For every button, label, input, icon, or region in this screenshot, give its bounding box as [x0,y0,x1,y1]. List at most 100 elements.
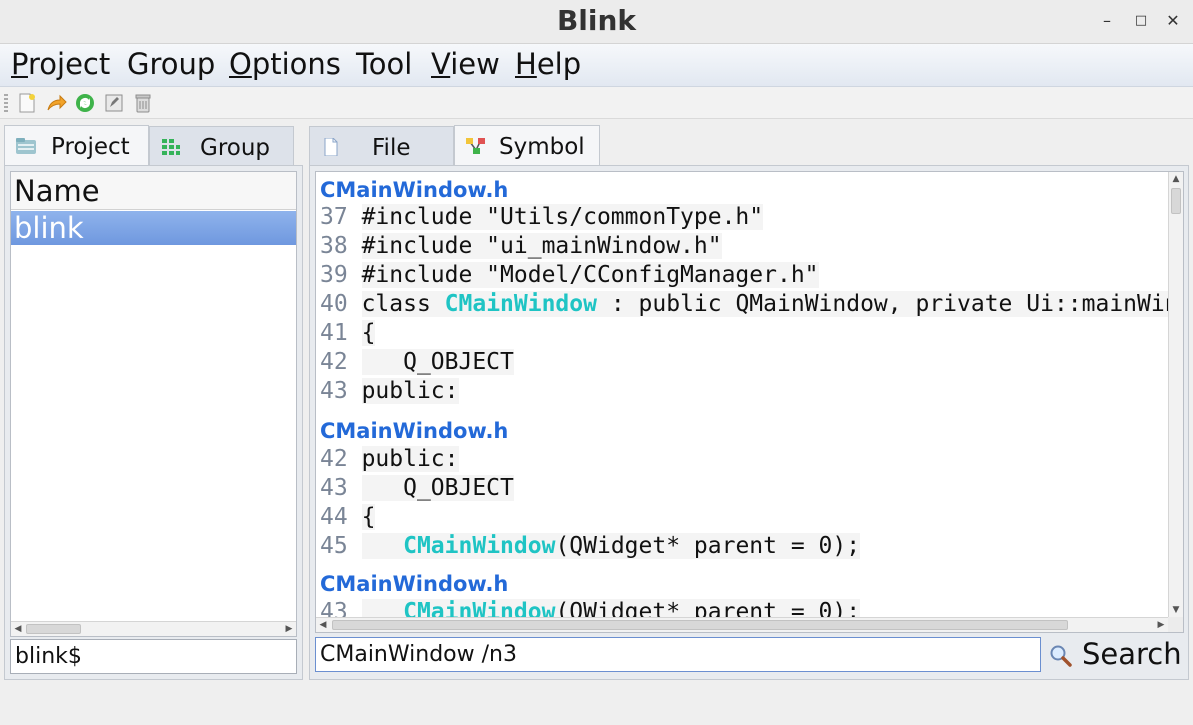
code-line[interactable]: 39 #include "Model/CConfigManager.h" [320,262,819,291]
line-content: CMainWindow(QWidget* parent = 0); [361,533,861,559]
symbol-search-input[interactable] [315,637,1041,672]
line-content: #include "ui_mainWindow.h" [361,233,722,259]
scroll-right-icon[interactable]: ▶ [282,622,296,636]
line-number: 40 [320,291,348,317]
line-number: 38 [320,233,348,259]
line-text: public: [361,378,459,404]
menu-bar: Project Group Options Tool View Help [0,44,1193,87]
menu-options[interactable]: Options [229,47,341,81]
symbol-match: CMainWindow [444,291,597,317]
code-line[interactable]: 41 { [320,320,376,349]
code-line[interactable]: 42 public: [320,446,459,475]
line-number: 43 [320,378,348,404]
status-bar [0,683,1193,725]
line-number: 37 [320,204,348,230]
line-content: CMainWindow(QWidget* parent = 0); [361,599,861,617]
code-line[interactable]: 42 Q_OBJECT [320,349,514,378]
line-number: 44 [320,504,348,530]
window-title: Blink [556,4,637,37]
tab-file-label: File [372,135,411,161]
refresh-icon[interactable] [74,92,96,114]
code-view-hscrollbar[interactable]: ◀ ▶ [316,617,1168,632]
tab-project[interactable]: Project [4,125,149,165]
code-line[interactable]: 43 Q_OBJECT [320,475,514,504]
code-view-vscrollbar[interactable]: ▲ ▼ [1168,172,1183,617]
line-content: public: [361,378,459,404]
line-content: Q_OBJECT [361,349,514,375]
line-content: Q_OBJECT [361,475,514,501]
minimize-button[interactable]: – [1094,8,1120,34]
scroll-left-icon[interactable]: ◀ [11,622,25,636]
code-line[interactable]: 44 { [320,504,376,533]
line-text: #include "Model/CConfigManager.h" [361,262,819,288]
code-line[interactable]: 45 CMainWindow(QWidget* parent = 0); [320,533,861,562]
code-line[interactable]: 43 CMainWindow(QWidget* parent = 0); [320,599,861,617]
hscroll-thumb[interactable] [26,624,81,634]
search-button[interactable]: Search [1046,637,1182,675]
line-content: #include "Utils/commonType.h" [361,204,764,230]
result-file-name[interactable]: CMainWindow.h [320,419,508,443]
line-text [362,533,404,559]
line-number: 42 [320,446,348,472]
menu-help[interactable]: Help [515,47,581,81]
close-button[interactable]: ✕ [1160,8,1186,34]
list-item[interactable]: blink [11,211,296,245]
menu-view[interactable]: View [431,47,500,81]
scroll-up-icon[interactable]: ▲ [1169,172,1183,186]
open-project-icon[interactable] [45,92,67,114]
scroll-down-icon[interactable]: ▼ [1169,603,1183,617]
line-number: 39 [320,262,348,288]
menu-group-label: roup [149,47,216,81]
delete-icon[interactable] [132,92,154,114]
edit-icon[interactable] [103,92,125,114]
menu-view-label: iew [450,47,500,81]
code-line[interactable]: 38 #include "ui_mainWindow.h" [320,233,722,262]
line-content: { [361,504,376,530]
line-text: { [361,320,376,346]
search-button-label: Search [1082,637,1182,671]
symbol-icon [466,138,485,154]
code-line[interactable]: 40 class CMainWindow : public QMainWindo… [320,291,1168,320]
group-grid-icon [162,139,180,155]
line-number: 41 [320,320,348,346]
project-filter-input[interactable] [10,639,297,674]
project-list[interactable]: Name blink ◀ ▶ [10,171,297,637]
hscroll-thumb[interactable] [332,620,1068,630]
line-text: public: [361,446,459,472]
list-header-name[interactable]: Name [11,172,296,210]
menu-options-label: ptions [251,47,341,81]
maximize-button[interactable]: □ [1128,8,1154,34]
title-bar: Blink – □ ✕ [0,0,1193,44]
menu-group[interactable]: Group [127,47,215,81]
code-line[interactable]: 37 #include "Utils/commonType.h" [320,204,764,233]
menu-tool[interactable]: Tool [356,47,412,81]
menu-group-mnemonic: G [127,47,150,81]
line-content: class CMainWindow : public QMainWindow, … [361,291,1168,317]
menu-tool-mnemonic: T [356,47,369,81]
new-project-icon[interactable] [16,92,38,114]
line-text: (QWidget* parent = 0); [555,533,861,559]
menu-view-mnemonic: V [431,47,451,81]
code-view[interactable]: CMainWindow.h 37 #include "Utils/commonT… [316,174,1168,617]
toolbar [0,87,1193,119]
toolbar-grip[interactable] [4,94,8,112]
menu-options-mnemonic: O [229,47,252,81]
menu-help-label: elp [536,47,582,81]
scroll-right-icon[interactable]: ▶ [1154,618,1168,632]
project-folder-icon [16,138,36,154]
project-list-hscrollbar[interactable]: ◀ ▶ [11,621,296,636]
file-icon [324,138,338,156]
code-line[interactable]: 43 public: [320,378,459,407]
line-text: Q_OBJECT [361,475,514,501]
result-file-name[interactable]: CMainWindow.h [320,572,508,596]
menu-project[interactable]: Project [11,47,110,81]
symbol-match: CMainWindow [403,599,556,617]
result-file-name[interactable]: CMainWindow.h [320,178,508,202]
tab-symbol[interactable]: Symbol [454,125,600,165]
scroll-left-icon[interactable]: ◀ [316,618,330,632]
vscroll-thumb[interactable] [1171,188,1181,214]
tab-group[interactable]: Group [149,126,294,166]
menu-project-mnemonic: P [11,47,28,81]
line-number: 43 [320,599,348,617]
tab-file[interactable]: File [309,126,454,166]
